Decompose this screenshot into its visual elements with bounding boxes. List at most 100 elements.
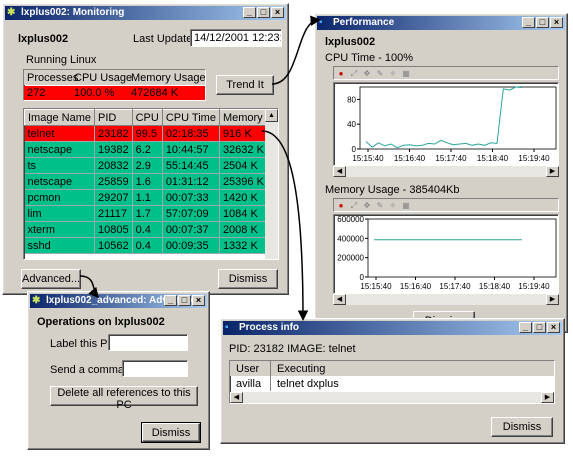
monitoring-dismiss-button[interactable]: Dismiss: [218, 269, 278, 289]
table-row[interactable]: pcmon 29207 1.1 00:07:33 1420 K: [24, 189, 268, 206]
scroll-right-icon[interactable]: ▶: [546, 294, 559, 305]
scroll-left-icon[interactable]: ◀: [333, 294, 346, 305]
monitoring-titlebar[interactable]: ✱ lxplus002: Monitoring _ □ ×: [5, 6, 286, 20]
maximize-button[interactable]: □: [536, 17, 549, 28]
process-name: pcmon: [24, 189, 95, 206]
mem-grid-icon[interactable]: ▦: [400, 200, 412, 211]
col-cpu[interactable]: CPU: [131, 109, 163, 126]
cpu-x-tick-label: 15:16:40: [394, 154, 426, 163]
col-memory[interactable]: Memory: [218, 109, 268, 126]
maximize-button[interactable]: □: [533, 322, 546, 333]
process-memory: 25396 K: [219, 173, 268, 190]
advanced-heading: Operations on lxplus002: [37, 316, 165, 328]
process-info-window: ▪ Process info _ □ × PID: 23182 IMAGE: tel…: [220, 318, 565, 444]
scroll-right-icon[interactable]: ▶: [541, 392, 554, 403]
summary-processes-value: 272: [27, 87, 46, 99]
process-info-title: Process info: [239, 322, 300, 333]
mem-x-tick-label: 15:17:40: [439, 282, 471, 291]
process-cpu-time: 00:07:37: [162, 221, 220, 238]
process-pid: 29207: [94, 189, 133, 206]
scroll-up-icon[interactable]: ▲: [265, 109, 278, 122]
table-row[interactable]: netscape 25859 1.6 01:31:12 25396 K: [24, 173, 268, 190]
mem-pan-icon[interactable]: ✥: [361, 200, 373, 211]
cpu-zoom-icon[interactable]: ⤢: [348, 68, 360, 79]
scroll-right-icon[interactable]: ▶: [546, 166, 559, 177]
process-pid: 25859: [94, 173, 133, 190]
col-user[interactable]: User: [236, 363, 259, 375]
last-updated-field[interactable]: 14/12/2001 12:23:24: [190, 29, 282, 47]
mem-tool-icon[interactable]: ✧: [387, 200, 399, 211]
process-info-titlebar[interactable]: ▪ Process info _ □ ×: [223, 321, 562, 335]
summary-memory-value: 472684 K: [131, 87, 179, 99]
summary-table: Processes CPU Usage Memory Usage 272 100…: [23, 69, 206, 101]
mem-chart-toolbar: ● ⤢ ✥ ✎ ✧ ▦: [333, 198, 559, 212]
performance-titlebar[interactable]: ▪ Performance _ □ ×: [317, 16, 565, 30]
minimize-button[interactable]: _: [164, 295, 177, 306]
process-name: netscape: [24, 141, 95, 158]
process-pid: 10562: [94, 237, 133, 254]
cpu-chart-area: 80 40 0 15:15:40 15:16:40 15:17:40 15:18:40 15:…: [333, 82, 559, 166]
process-memory: 916 K: [219, 125, 268, 142]
advanced-window: ✱ lxplus002_advanced: Advanced... _ □ × Op…: [27, 291, 210, 450]
process-name: netscape: [24, 173, 95, 190]
table-row[interactable]: netscape 19382 6.2 10:44:57 32632 K: [24, 141, 268, 158]
delete-references-button[interactable]: Delete all references to this PC: [50, 386, 198, 411]
process-table-scrollbar[interactable]: ▲: [265, 109, 278, 259]
process-info-hscroll[interactable]: ◀ ▶: [230, 392, 554, 403]
os-status: Running Linux: [26, 54, 97, 66]
minimize-button[interactable]: _: [519, 322, 532, 333]
process-table: Image Name PID CPU CPU Time Memory telne…: [23, 108, 279, 260]
scroll-left-icon[interactable]: ◀: [333, 166, 346, 177]
close-button[interactable]: ×: [550, 17, 563, 28]
process-info-dismiss-button[interactable]: Dismiss: [491, 417, 553, 437]
cpu-edit-icon[interactable]: ✎: [374, 68, 386, 79]
mem-chart-hscroll[interactable]: ◀ ▶: [333, 294, 559, 305]
cpu-y-tick-label: 0: [352, 145, 357, 154]
send-command-input[interactable]: [122, 360, 188, 377]
minimize-button[interactable]: _: [243, 7, 256, 18]
process-cpu: 99.5: [132, 125, 163, 142]
minimize-button[interactable]: _: [522, 17, 535, 28]
mem-edit-icon[interactable]: ✎: [374, 200, 386, 211]
process-pid-line: PID: 23182 IMAGE: telnet: [229, 343, 356, 355]
monitoring-window: ✱ lxplus002: Monitoring _ □ × lxplus002 La…: [2, 3, 289, 295]
process-cpu-time: 57:07:09: [162, 205, 220, 222]
process-memory: 1084 K: [219, 205, 268, 222]
table-row[interactable]: xterm 10805 0.4 00:07:37 2008 K: [24, 221, 268, 238]
trend-it-button[interactable]: Trend It: [216, 75, 274, 95]
col-cpu-time[interactable]: CPU Time: [161, 109, 220, 126]
app-icon: ✱: [32, 295, 41, 306]
cpu-x-tick-label: 15:15:40: [352, 154, 384, 163]
process-executing: telnet dxplus: [277, 378, 339, 390]
close-button[interactable]: ×: [547, 322, 560, 333]
mem-chart-label: Memory Usage - 385404Kb: [325, 184, 460, 196]
mem-color-icon[interactable]: ●: [335, 200, 347, 211]
scroll-left-icon[interactable]: ◀: [230, 392, 243, 403]
cpu-chart-hscroll[interactable]: ◀ ▶: [333, 166, 559, 177]
cpu-color-icon[interactable]: ●: [335, 68, 347, 79]
process-cpu: 0.4: [132, 221, 163, 238]
col-image-name[interactable]: Image Name: [24, 109, 95, 126]
col-executing[interactable]: Executing: [277, 363, 325, 375]
cpu-tool-icon[interactable]: ✧: [387, 68, 399, 79]
process-cpu-time: 00:09:35: [162, 237, 220, 254]
cpu-grid-icon[interactable]: ▦: [400, 68, 412, 79]
advanced-titlebar[interactable]: ✱ lxplus002_advanced: Advanced... _ □ ×: [30, 294, 207, 308]
table-row[interactable]: ts 20832 2.9 55:14:45 2504 K: [24, 157, 268, 174]
close-button[interactable]: ×: [271, 7, 284, 18]
process-cpu: 1.6: [132, 173, 163, 190]
close-button[interactable]: ×: [192, 295, 205, 306]
table-row[interactable]: lim 21117 1.7 57:07:09 1084 K: [24, 205, 268, 222]
cpu-pan-icon[interactable]: ✥: [361, 68, 373, 79]
summary-header-memory: Memory Usage: [131, 72, 206, 84]
col-pid[interactable]: PID: [93, 109, 133, 126]
maximize-button[interactable]: □: [257, 7, 270, 18]
mem-zoom-icon[interactable]: ⤢: [348, 200, 360, 211]
label-pc-input[interactable]: [108, 334, 188, 351]
table-row[interactable]: telnet 23182 99.5 02:18:35 916 K: [24, 125, 268, 142]
process-memory: 32632 K: [219, 141, 268, 158]
maximize-button[interactable]: □: [178, 295, 191, 306]
table-row[interactable]: sshd 10562 0.4 00:09:35 1332 K: [24, 237, 268, 254]
advanced-dismiss-button[interactable]: Dismiss: [141, 422, 201, 443]
advanced-button[interactable]: Advanced...: [21, 269, 81, 289]
